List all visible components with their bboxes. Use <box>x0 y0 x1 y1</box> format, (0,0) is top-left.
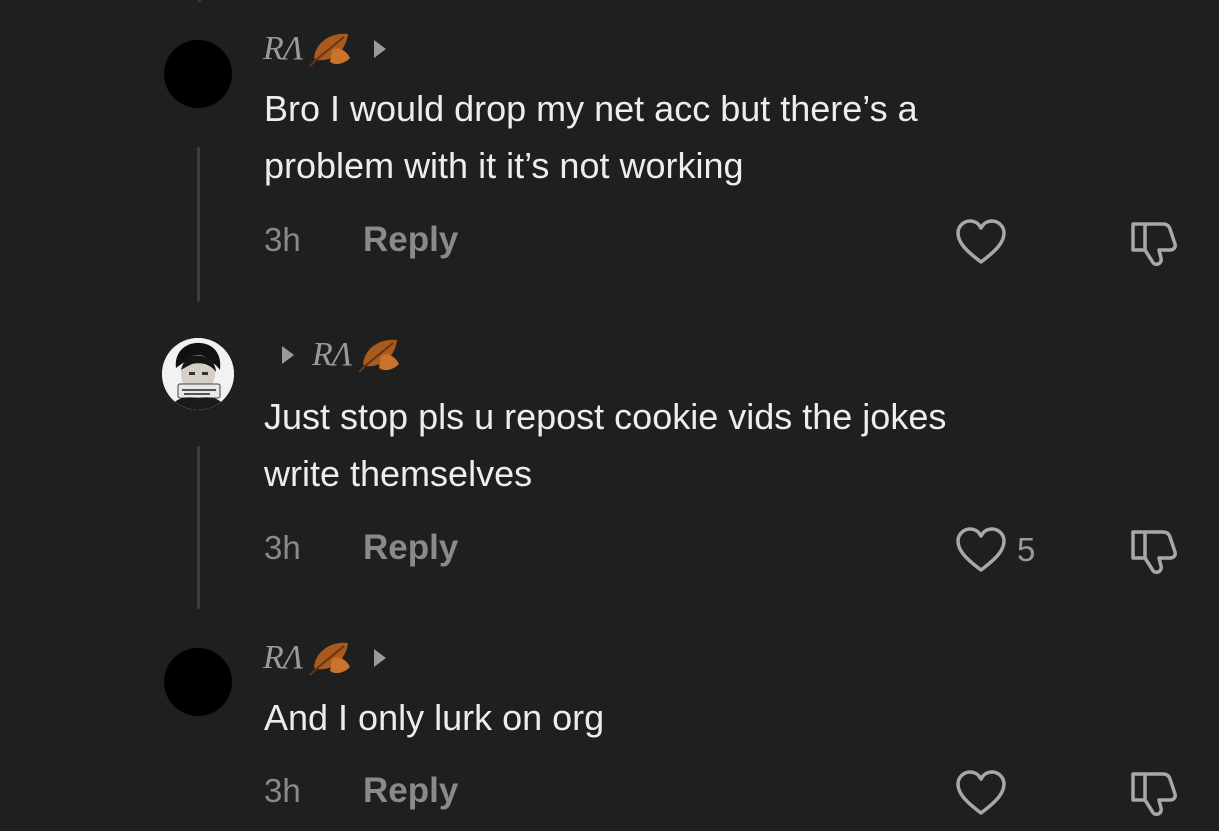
reply-button[interactable]: Reply <box>363 220 458 260</box>
dislike-button[interactable] <box>1127 526 1181 576</box>
comment-text: Just stop pls u repost cookie vids the j… <box>264 388 1124 502</box>
like-count: 5 <box>1017 531 1036 568</box>
heart-icon <box>956 219 1006 264</box>
dislike-button[interactable] <box>1127 768 1181 818</box>
comment-meta: 3h Reply <box>264 218 458 262</box>
fallen-leaf-icon <box>309 33 351 67</box>
like-button[interactable] <box>955 217 1017 267</box>
like-button[interactable] <box>955 768 1017 818</box>
reply-to-arrow-icon <box>374 649 387 667</box>
reply-button[interactable]: Reply <box>363 771 458 811</box>
dislike-button[interactable] <box>1127 218 1181 268</box>
heart-icon <box>956 527 1006 572</box>
reply-button[interactable]: Reply <box>363 528 458 568</box>
fallen-leaf-icon <box>358 339 400 373</box>
fallen-leaf-icon <box>309 642 351 676</box>
thread-line <box>197 446 200 609</box>
comment-meta: 3h Reply <box>264 526 458 570</box>
comment-text-line: Bro I would drop my net acc but there’s … <box>264 88 918 129</box>
comment-text-line: problem with it it’s not working <box>264 145 744 186</box>
comment-thread: RΛ Bro I would drop my net acc but there… <box>0 0 1219 831</box>
thread-connector <box>198 0 201 2</box>
username-row[interactable]: RΛ <box>282 335 403 375</box>
username-row[interactable]: RΛ <box>263 29 387 69</box>
avatar-photo <box>162 338 234 410</box>
comment-text: And I only lurk on org <box>264 689 1124 746</box>
comment-text-line: And I only lurk on org <box>264 697 605 738</box>
comment-text-line: write themselves <box>264 453 533 494</box>
comment-meta: 3h Reply <box>264 769 458 813</box>
like-button[interactable]: 5 <box>955 525 1035 575</box>
reply-to-arrow-icon <box>374 40 387 58</box>
avatar[interactable] <box>164 40 232 108</box>
reply-to-arrow-icon <box>282 346 294 364</box>
avatar[interactable] <box>162 338 234 410</box>
heart-icon <box>956 770 1006 815</box>
avatar[interactable] <box>164 648 232 716</box>
username[interactable]: RΛ <box>263 30 303 68</box>
timestamp: 3h <box>264 772 301 809</box>
timestamp: 3h <box>264 221 301 258</box>
comment-text-line: Just stop pls u repost cookie vids the j… <box>264 396 947 437</box>
username-row[interactable]: RΛ <box>263 638 387 678</box>
username[interactable]: RΛ <box>312 336 352 374</box>
thread-line <box>197 147 200 302</box>
timestamp: 3h <box>264 529 301 566</box>
comment-text: Bro I would drop my net acc but there’s … <box>264 80 1124 194</box>
username[interactable]: RΛ <box>263 639 303 677</box>
